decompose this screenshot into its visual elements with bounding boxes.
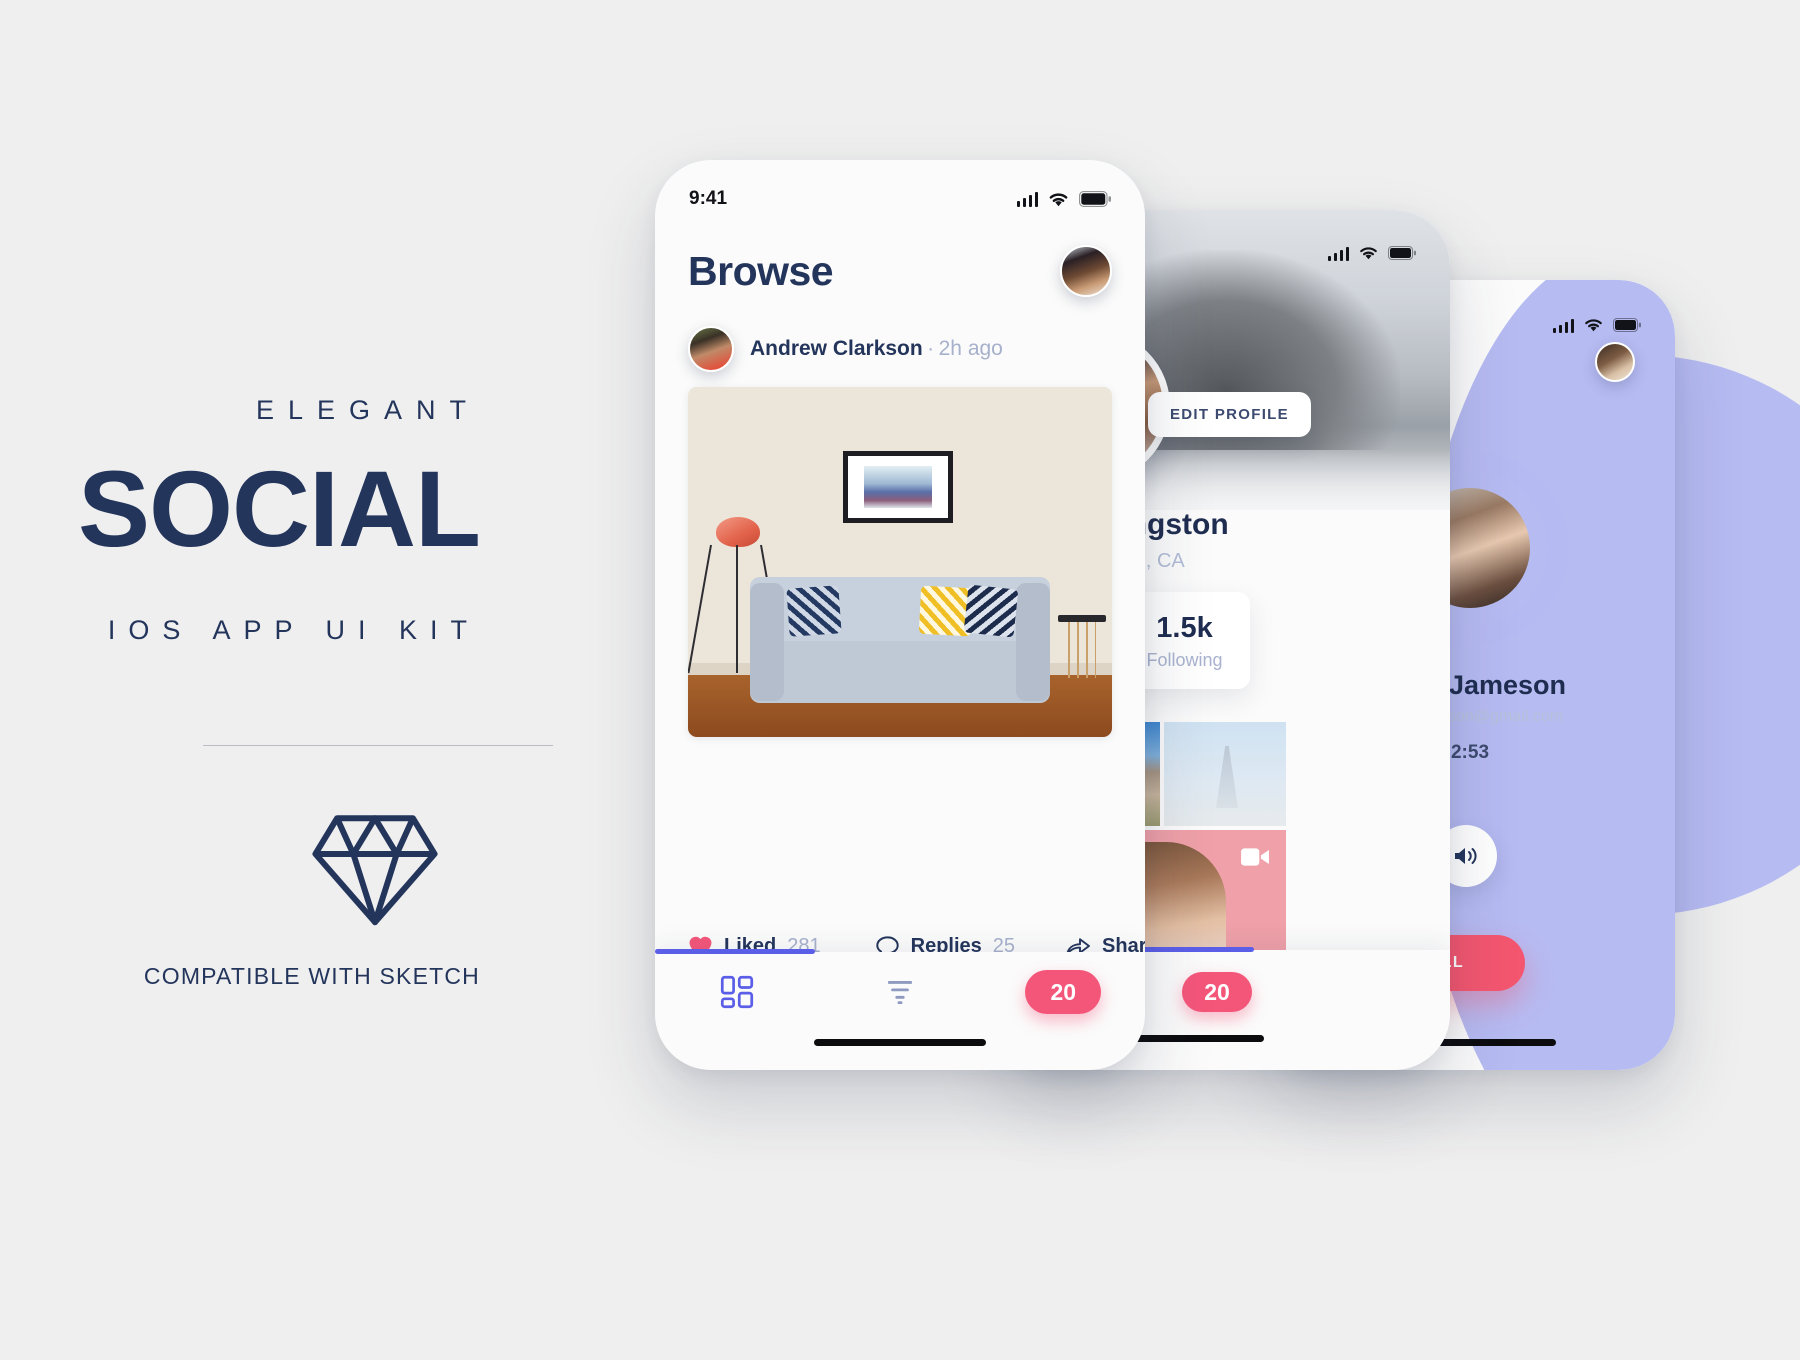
cellular-signal-icon [1327,246,1349,261]
post-header: Andrew Clarkson · 2h ago [688,326,1112,372]
divider [203,745,553,746]
browse-screen: 9:41 Browse Andrew Clarkson · 2h ago Lik… [655,160,1145,1070]
battery-full-icon [1613,318,1641,332]
page-title: SOCIAL [77,448,481,569]
wifi-icon [1049,192,1068,206]
grid-view-icon[interactable] [720,975,754,1009]
browse-header: Browse [655,232,1145,310]
filter-icon[interactable] [883,977,917,1007]
edit-profile-button[interactable]: EDIT PROFILE [1148,392,1311,437]
promo-block: ELEGANT SOCIAL IOS APP UI KIT COMPATIBLE… [0,0,640,1360]
contact-thumbnail[interactable] [1595,342,1635,382]
wifi-icon [1360,247,1377,260]
status-time: 9:41 [689,188,728,209]
notification-badge[interactable]: 20 [1025,970,1102,1014]
bottom-tab-bar: 20 [655,949,1145,1070]
post-timestamp: 2h ago [938,337,1003,360]
notification-badge[interactable]: 20 [1182,972,1252,1012]
battery-full-icon [1388,246,1416,260]
post-author-name: Andrew Clarkson [750,337,923,360]
home-indicator [814,1039,986,1046]
video-camera-icon [1241,848,1269,866]
compatibility-note: COMPATIBLE WITH SKETCH [143,963,480,989]
speaker-icon [1455,848,1477,864]
poster-canvas: ELEGANT SOCIAL IOS APP UI KIT COMPATIBLE… [0,0,1800,1360]
tab-items: 20 [655,970,1145,1014]
cellular-signal-icon [1016,191,1038,207]
user-avatar[interactable] [1060,245,1112,297]
wifi-icon [1585,319,1602,332]
post-author-avatar[interactable] [688,326,734,372]
battery-full-icon [1079,191,1111,207]
phone-browse-screen: 9:41 Browse Andrew Clarkson · 2h ago Lik… [655,160,1145,1070]
cellular-signal-icon [1552,318,1574,333]
promo-subtitle: IOS APP UI KIT [107,615,480,645]
scroll-indicator[interactable] [655,949,815,954]
post-image[interactable] [688,387,1112,737]
scroll-indicator[interactable] [1132,947,1254,952]
diamond-icon [310,805,440,930]
post-separator: · [927,337,935,360]
gallery-item-eiffel[interactable] [1164,722,1286,826]
promo-eyebrow: ELEGANT [255,395,480,425]
status-bar: 9:41 [655,172,1145,226]
screen-title: Browse [688,247,834,294]
